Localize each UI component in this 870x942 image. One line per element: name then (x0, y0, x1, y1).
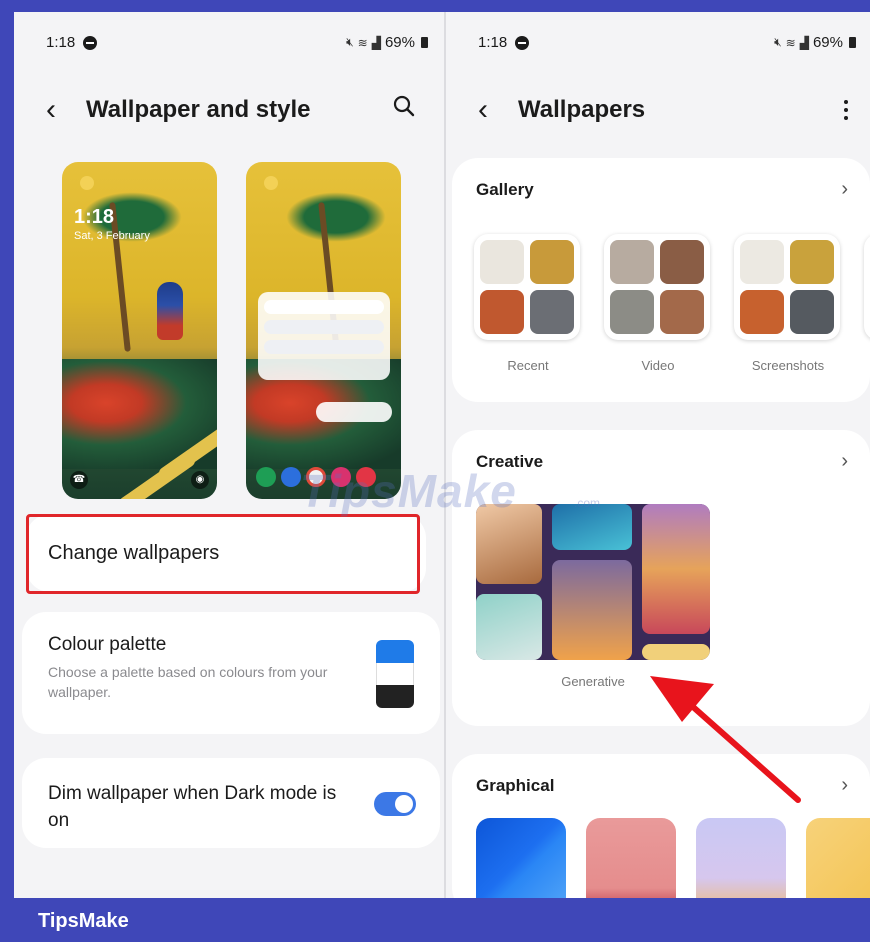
back-icon[interactable]: ‹ (46, 95, 76, 125)
battery-icon (849, 37, 856, 48)
search-widget (316, 402, 392, 422)
app-bar: ‹ Wallpaper and style (14, 90, 444, 130)
gallery-section: Gallery › Recent Video Screenshots (452, 158, 870, 402)
graphical-section: Graphical › (452, 754, 870, 898)
battery-icon (421, 37, 428, 48)
app-bar: ‹ Wallpapers (446, 90, 870, 130)
highlight-box (26, 514, 420, 594)
colour-palette-card[interactable]: Colour palette Choose a palette based on… (22, 612, 440, 734)
phone-shortcut-icon: ☎ (70, 471, 88, 489)
graphical-chevron-icon[interactable]: › (841, 774, 848, 797)
signal-icon: ▟ (371, 35, 381, 50)
dim-wallpaper-card: Dim wallpaper when Dark mode is on (22, 758, 440, 848)
footer-bar: TipsMake (0, 898, 870, 942)
gallery-title[interactable]: Gallery (476, 180, 534, 200)
watermark: TipsMake (300, 465, 517, 517)
mute-icon: 🔇︎ (774, 35, 782, 49)
album-screenshots[interactable] (734, 234, 840, 340)
creative-chevron-icon[interactable]: › (841, 450, 848, 473)
wallpaper-and-style-screen: 1:18 🔇︎ ≋ ▟ 69% ‹ Wallpaper and style 1:… (14, 12, 444, 898)
tasks-widget (258, 292, 390, 380)
phone-app-icon (256, 467, 276, 487)
generative-label: Generative (561, 674, 625, 689)
parrot-image (157, 282, 183, 340)
status-time: 1:18 (478, 34, 508, 51)
status-bar-left: 1:18 (46, 34, 98, 51)
mute-icon: 🔇︎ (346, 35, 354, 49)
status-bar-left: 1:18 (478, 34, 530, 51)
dim-wallpaper-toggle[interactable] (374, 792, 416, 816)
watermark-suffix: .com (574, 496, 601, 510)
screenshot-frame: 1:18 🔇︎ ≋ ▟ 69% ‹ Wallpaper and style 1:… (14, 12, 870, 898)
palette-swatch[interactable] (376, 640, 414, 708)
lock-screen-date: Sat, 3 February (74, 230, 150, 242)
graphical-wallpaper-pink[interactable] (586, 818, 676, 898)
dim-wallpaper-label: Dim wallpaper when Dark mode is on (48, 783, 337, 831)
footer-brand: TipsMake (38, 910, 129, 932)
camera-shortcut-icon: ◉ (191, 471, 209, 489)
back-icon[interactable]: ‹ (478, 95, 508, 125)
status-time: 1:18 (46, 34, 76, 51)
graphical-wallpaper-yellow[interactable] (806, 818, 870, 898)
wallpapers-screen: 1:18 🔇︎ ≋ ▟ 69% ‹ Wallpapers Gallery › R… (446, 12, 870, 898)
dnd-icon (83, 35, 98, 50)
battery-percent: 69% (812, 34, 843, 51)
signal-icon: ▟ (799, 35, 809, 50)
more-options-icon[interactable] (844, 100, 848, 120)
page-title: Wallpaper and style (86, 96, 311, 123)
graphical-wallpaper-blue[interactable] (476, 818, 566, 898)
album-label: Screenshots (751, 358, 825, 373)
sun-decoration (80, 176, 94, 190)
battery-percent: 69% (384, 34, 415, 51)
wifi-icon: ≋ (785, 35, 796, 50)
page-title: Wallpapers (518, 96, 646, 123)
album-label: Recent (507, 358, 549, 373)
colour-palette-title: Colour palette (48, 634, 167, 655)
graphical-title[interactable]: Graphical (476, 776, 554, 796)
album-video[interactable] (604, 234, 710, 340)
lock-screen-preview[interactable]: 1:18 Sat, 3 February ☎ ◉ (62, 162, 217, 499)
album-partial[interactable] (864, 234, 870, 340)
graphical-wallpaper-lavender[interactable] (696, 818, 786, 898)
colour-palette-description: Choose a palette based on colours from y… (48, 664, 328, 700)
album-label: Video (641, 358, 675, 373)
dnd-icon (515, 35, 530, 50)
wifi-icon: ≋ (357, 35, 368, 50)
search-icon[interactable] (392, 94, 416, 123)
lock-screen-time: 1:18 (74, 206, 115, 228)
album-recent[interactable] (474, 234, 580, 340)
status-bar-right: 🔇︎ ≋ ▟ 69% (346, 34, 428, 51)
home-screen-preview[interactable] (246, 162, 401, 499)
generative-thumbnail[interactable] (476, 504, 710, 660)
status-bar-right: 🔇︎ ≋ ▟ 69% (774, 34, 856, 51)
gallery-chevron-icon[interactable]: › (841, 178, 848, 201)
messages-app-icon (281, 467, 301, 487)
